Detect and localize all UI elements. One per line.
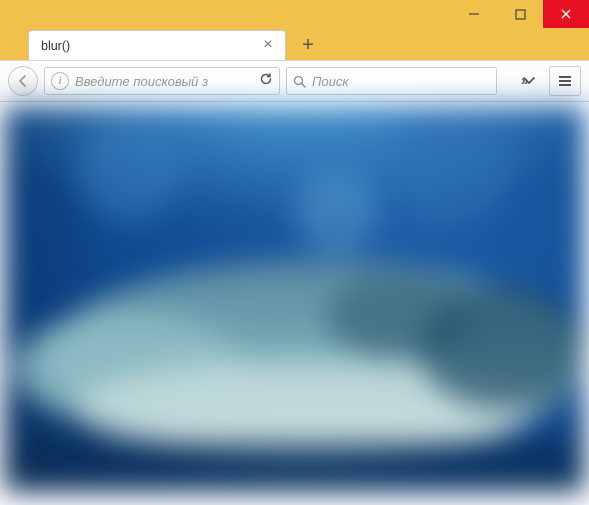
address-bar[interactable]: i xyxy=(44,67,280,95)
minimize-button[interactable] xyxy=(451,0,497,28)
reload-icon[interactable] xyxy=(253,72,273,90)
info-icon[interactable]: i xyxy=(51,72,69,90)
search-bar[interactable] xyxy=(286,67,497,95)
overflow-button[interactable]: » xyxy=(515,67,543,95)
search-icon xyxy=(293,75,306,88)
maximize-button[interactable] xyxy=(497,0,543,28)
page-content xyxy=(0,102,589,505)
svg-text:»: » xyxy=(521,75,529,87)
window-titlebar xyxy=(0,0,589,28)
new-tab-button[interactable]: + xyxy=(294,31,322,59)
hamburger-menu-button[interactable] xyxy=(549,66,581,96)
blurred-image xyxy=(4,106,585,492)
search-input[interactable] xyxy=(312,74,490,89)
browser-toolbar: i » xyxy=(0,60,589,102)
tab-close-icon[interactable]: × xyxy=(259,37,277,55)
tab-strip: blur() × + xyxy=(0,28,589,60)
browser-tab[interactable]: blur() × xyxy=(28,30,286,60)
close-button[interactable] xyxy=(543,0,589,28)
back-button[interactable] xyxy=(8,66,38,96)
url-input[interactable] xyxy=(75,74,253,89)
tab-title: blur() xyxy=(41,39,259,53)
